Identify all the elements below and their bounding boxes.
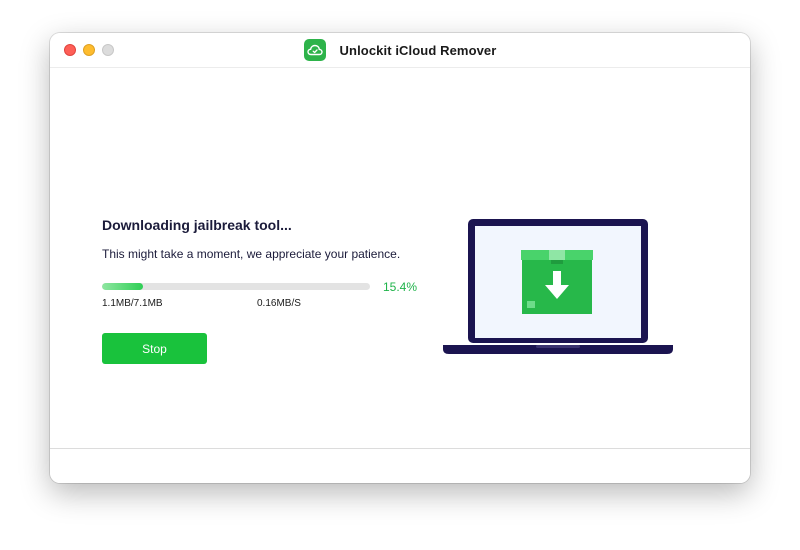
download-message: This might take a moment, we appreciate … [102,247,401,261]
cloud-icon [303,39,326,61]
app-window: Unlockit iCloud Remover Downloading jail… [50,33,750,483]
window-title: Unlockit iCloud Remover [339,42,497,58]
progress-bar [102,283,370,290]
download-speed: 0.16MB/S [257,298,301,309]
main-content: Downloading jailbreak tool... This might… [50,68,750,448]
laptop-download-box-icon [443,219,673,360]
download-heading: Downloading jailbreak tool... [102,217,292,233]
title-bar: Unlockit iCloud Remover [50,33,750,68]
stop-button[interactable]: Stop [102,333,207,364]
footer-bar [50,449,750,483]
download-size: 1.1MB/7.1MB [102,298,163,309]
window-title-group: Unlockit iCloud Remover [50,33,750,67]
progress-percent: 15.4% [383,280,418,294]
progress-bar-fill [102,283,144,290]
